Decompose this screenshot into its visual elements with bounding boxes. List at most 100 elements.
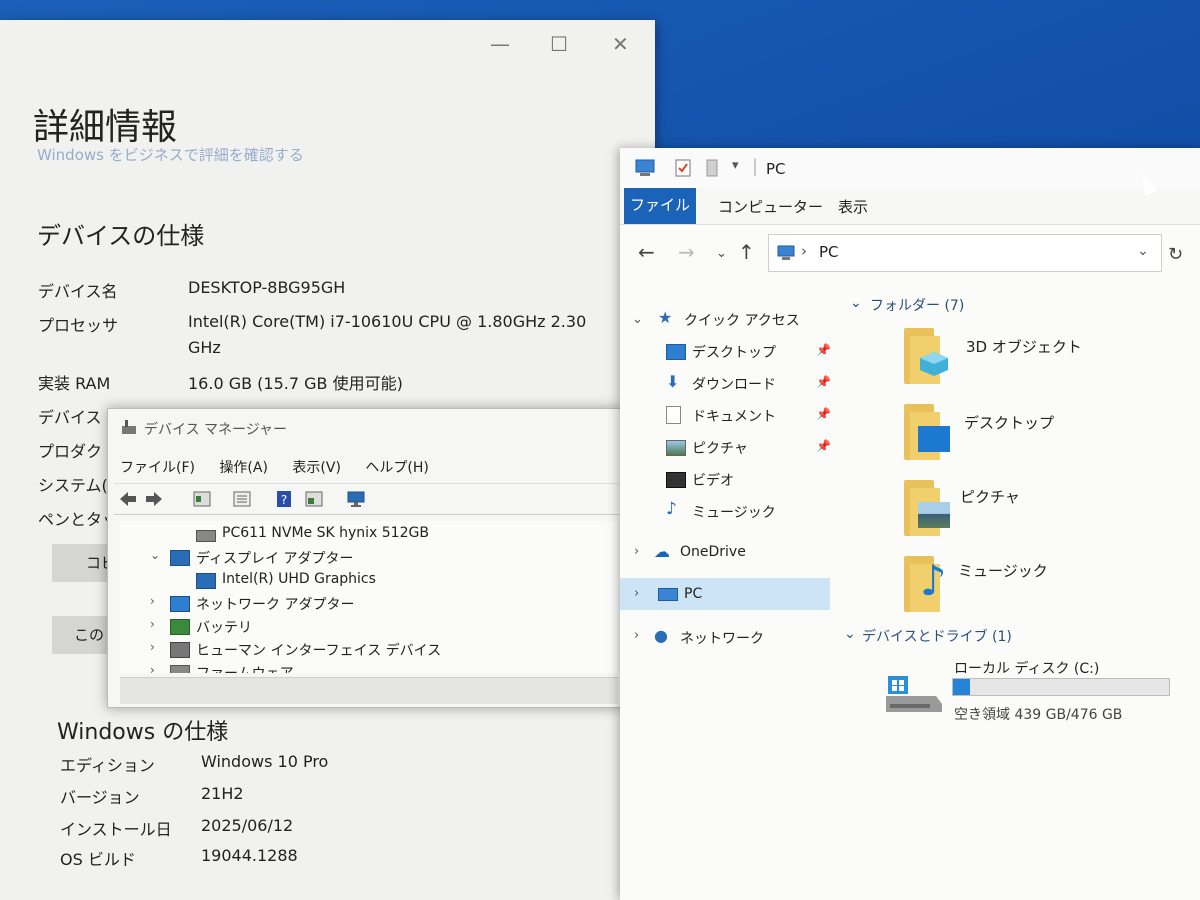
tree-item-hid[interactable]: › ヒューマン インターフェイス デバイス bbox=[120, 640, 600, 660]
tab-computer[interactable]: コンピューター bbox=[718, 196, 823, 217]
explorer-titlebar: ▾ | PC bbox=[620, 148, 1200, 188]
display-adapter-icon bbox=[170, 550, 190, 566]
tree-item-batteries[interactable]: › バッテリ bbox=[120, 617, 600, 637]
quick-access-toolbar-dropdown-icon[interactable]: ▾ bbox=[732, 158, 739, 173]
device-manager-window: デバイス マネージャー ファイル(F) 操作(A) 表示(V) ヘルプ(H) ?… bbox=[107, 408, 625, 708]
folder-label-3d-objects[interactable]: 3D オブジェクト bbox=[966, 336, 1082, 357]
drives-group-heading[interactable]: デバイスとドライブ (1) bbox=[862, 626, 1012, 646]
folder-label-desktop[interactable]: デスクトップ bbox=[964, 412, 1054, 433]
desktop-icon bbox=[666, 344, 686, 360]
display-icon bbox=[196, 573, 216, 589]
folders-group-chevron-icon[interactable]: ⌄ bbox=[850, 295, 862, 311]
chevron-right-icon[interactable]: › bbox=[150, 640, 155, 654]
tree-item-network-adapters[interactable]: › ネットワーク アダプター bbox=[120, 594, 600, 614]
device-manager-toolbar: ? bbox=[114, 483, 619, 515]
drive-usage-bar bbox=[952, 678, 1170, 696]
spec-value: 2025/06/12 bbox=[201, 816, 294, 835]
folder-label-music[interactable]: ミュージック bbox=[958, 560, 1048, 581]
spec-label: プロセッサ bbox=[38, 316, 119, 335]
menu-help[interactable]: ヘルプ(H) bbox=[365, 460, 428, 476]
network-adapter-icon bbox=[170, 596, 190, 612]
tree-item-display-adapters[interactable]: ⌄ ディスプレイ アダプター bbox=[120, 548, 600, 568]
svg-text:?: ? bbox=[281, 493, 287, 507]
spec-value: 21H2 bbox=[201, 784, 244, 803]
spec-label: システム( bbox=[38, 476, 108, 495]
chevron-right-icon[interactable]: › bbox=[150, 594, 155, 608]
spec-label: 実装 RAM bbox=[38, 374, 111, 393]
menu-view[interactable]: 表示(V) bbox=[292, 460, 341, 476]
chevron-right-icon[interactable]: › bbox=[634, 586, 639, 601]
device-manager-menubar: ファイル(F) 操作(A) 表示(V) ヘルプ(H) bbox=[120, 457, 449, 477]
monitor-icon[interactable] bbox=[346, 489, 366, 509]
folder-pictures-icon[interactable] bbox=[904, 480, 950, 536]
star-icon: ★ bbox=[658, 308, 673, 327]
tree-item-firmware[interactable]: › ファームウェア bbox=[120, 663, 600, 673]
download-arrow-icon: ⬇ bbox=[666, 372, 680, 391]
back-arrow-icon[interactable] bbox=[118, 489, 138, 509]
minimize-icon[interactable]: — bbox=[490, 32, 510, 56]
folder-desktop-icon[interactable] bbox=[904, 404, 950, 460]
spec-value: 19044.1288 bbox=[201, 846, 298, 865]
chevron-right-icon[interactable]: › bbox=[150, 617, 155, 631]
drives-group-chevron-icon[interactable]: ⌄ bbox=[844, 626, 856, 642]
pc-icon bbox=[777, 245, 795, 260]
address-bar[interactable]: › PC ⌄ bbox=[768, 234, 1162, 272]
faded-link[interactable]: Windows をビジネスで評細を確認する bbox=[37, 144, 304, 165]
spec-value: DESKTOP-8BG95GH bbox=[188, 278, 346, 297]
drive-name[interactable]: ローカル ディスク (C:) bbox=[954, 658, 1099, 678]
tree-item-intel-uhd[interactable]: Intel(R) UHD Graphics bbox=[120, 571, 600, 591]
chevron-down-icon[interactable]: ⌄ bbox=[632, 312, 643, 327]
spec-label: OS ビルド bbox=[60, 850, 136, 869]
tree-item-nvme[interactable]: PC611 NVMe SK hynix 512GB bbox=[120, 525, 600, 545]
forward-arrow-icon[interactable] bbox=[144, 489, 164, 509]
refresh-icon[interactable]: ↻ bbox=[1168, 244, 1183, 265]
folder-music-icon[interactable]: ♪ bbox=[904, 556, 947, 612]
properties-icon[interactable] bbox=[192, 489, 212, 509]
status-bar bbox=[120, 677, 618, 704]
chevron-down-icon[interactable]: ⌄ bbox=[150, 548, 160, 562]
help-icon[interactable]: ? bbox=[274, 489, 294, 509]
chevron-right-icon[interactable]: › bbox=[150, 663, 155, 673]
folder-3d-objects-icon[interactable] bbox=[904, 328, 948, 384]
up-arrow-icon[interactable]: ↑ bbox=[738, 240, 755, 264]
maximize-icon[interactable]: ☐ bbox=[550, 32, 568, 56]
chevron-right-icon[interactable]: › bbox=[634, 544, 639, 559]
properties-check-icon[interactable] bbox=[674, 158, 692, 178]
menu-file[interactable]: ファイル(F) bbox=[120, 460, 195, 476]
folders-group-heading[interactable]: フォルダー (7) bbox=[870, 295, 964, 315]
tab-file[interactable]: ファイル bbox=[624, 188, 696, 224]
spec-label: プロダクト bbox=[38, 442, 119, 461]
device-view-icon[interactable] bbox=[304, 489, 324, 509]
pin-icon[interactable]: 📌 bbox=[816, 439, 831, 453]
nav-pc-selected[interactable] bbox=[620, 578, 830, 610]
menu-action[interactable]: 操作(A) bbox=[219, 460, 268, 476]
address-text: PC bbox=[819, 243, 839, 261]
spec-value: Windows 10 Pro bbox=[201, 752, 329, 771]
new-folder-icon[interactable] bbox=[704, 158, 720, 178]
explorer-title: PC bbox=[766, 160, 786, 178]
close-icon[interactable]: ✕ bbox=[612, 32, 629, 56]
firmware-icon bbox=[170, 665, 190, 673]
pin-icon[interactable]: 📌 bbox=[816, 343, 831, 357]
battery-icon bbox=[170, 619, 190, 635]
chevron-right-icon[interactable]: › bbox=[634, 628, 639, 643]
list-view-icon[interactable] bbox=[232, 489, 252, 509]
device-tree: PC611 NVMe SK hynix 512GB ⌄ ディスプレイ アダプター… bbox=[120, 521, 618, 673]
hard-drive-icon[interactable] bbox=[884, 674, 944, 714]
tab-view[interactable]: 表示 bbox=[838, 196, 868, 217]
pc-icon bbox=[658, 588, 678, 601]
spec-label: バージョン bbox=[60, 788, 140, 807]
device-manager-icon bbox=[122, 420, 136, 434]
forward-arrow-icon[interactable]: → bbox=[678, 240, 695, 264]
pin-icon[interactable]: 📌 bbox=[816, 407, 831, 421]
folder-label-pictures[interactable]: ピクチャ bbox=[960, 486, 1020, 507]
pc-icon bbox=[635, 159, 655, 176]
address-dropdown-icon[interactable]: ⌄ bbox=[1137, 243, 1149, 259]
video-icon bbox=[666, 472, 686, 488]
disk-drive-icon bbox=[196, 530, 216, 542]
recent-dropdown-icon[interactable]: ⌄ bbox=[716, 246, 727, 261]
pin-icon[interactable]: 📌 bbox=[816, 375, 831, 389]
drive-free-space: 空き領域 439 GB/476 GB bbox=[954, 707, 1123, 723]
hid-icon bbox=[170, 642, 190, 658]
back-arrow-icon[interactable]: ← bbox=[638, 240, 655, 264]
